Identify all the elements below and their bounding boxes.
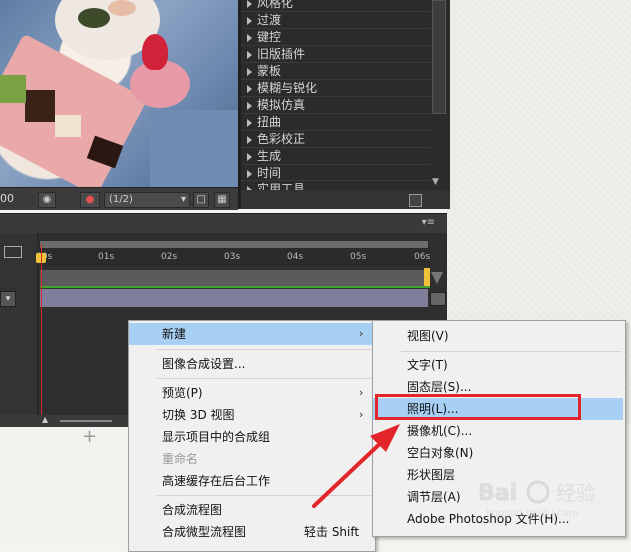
expand-icon	[247, 16, 252, 25]
divider	[241, 11, 431, 12]
expand-icon	[247, 84, 252, 93]
svg-text:jingyan.baidu.com: jingyan.baidu.com	[485, 508, 578, 519]
effect-category[interactable]: 模拟仿真	[247, 97, 305, 113]
divider	[241, 62, 431, 63]
svg-text:Bai: Bai	[478, 481, 517, 506]
transparency-grid-icon[interactable]: ▦	[214, 192, 230, 208]
divider	[241, 180, 431, 181]
expand-icon	[247, 169, 252, 178]
viewer-toolbar: 00 ◉ ● (1/2) ▾ □ ▦	[0, 187, 238, 210]
blue-pattern-image	[150, 110, 238, 187]
menu-item-composition-settings[interactable]: 图像合成设置...	[129, 353, 373, 375]
effect-category[interactable]: 风格化	[247, 0, 293, 11]
expand-icon	[247, 152, 252, 161]
tick-label: 03s	[224, 252, 241, 262]
svg-text:经验: 经验	[556, 481, 596, 505]
menu-item-new[interactable]: 新建 ›	[129, 323, 373, 345]
work-area-bar[interactable]	[40, 241, 428, 248]
chevron-right-icon: ›	[359, 386, 364, 399]
submenu-item-viewer[interactable]: 视图(V)	[373, 325, 623, 347]
macaron-image	[108, 0, 136, 16]
expand-icon	[247, 33, 252, 42]
divider	[241, 130, 431, 131]
macaron-image	[78, 8, 110, 28]
menu-separator	[157, 378, 371, 379]
divider	[241, 96, 431, 97]
expand-icon	[247, 0, 252, 8]
timeline-side-icon[interactable]	[430, 292, 446, 306]
expand-icon	[247, 101, 252, 110]
submenu-item-camera[interactable]: 摄像机(C)...	[373, 420, 623, 442]
timeline-header: ▾≡	[0, 213, 447, 234]
divider	[241, 45, 431, 46]
effect-category[interactable]: 旧版插件	[247, 46, 305, 62]
effect-category[interactable]: 蒙板	[247, 63, 281, 79]
expand-icon	[247, 118, 252, 127]
region-of-interest-icon[interactable]: □	[193, 192, 209, 208]
tick-label: 04s	[287, 252, 304, 262]
layer-track-background	[40, 270, 428, 287]
resolution-value: (1/2)	[109, 194, 133, 205]
divider	[241, 28, 431, 29]
layer-duration-bar[interactable]	[40, 289, 428, 307]
trash-icon[interactable]	[409, 194, 422, 207]
scroll-down-arrow[interactable]: ▼	[432, 177, 439, 187]
divider	[241, 113, 431, 114]
divider	[241, 79, 431, 80]
chevron-right-icon: ›	[359, 327, 364, 340]
effect-category[interactable]: 色彩校正	[247, 131, 305, 147]
effect-category[interactable]: 时间	[247, 165, 281, 181]
effect-category[interactable]: 过渡	[247, 12, 281, 28]
zoom-out-icon[interactable]: ▲	[42, 415, 48, 424]
zoom-slider[interactable]	[60, 420, 112, 422]
tick-label: 02s	[161, 252, 178, 262]
divider	[241, 164, 431, 165]
expand-icon	[247, 67, 252, 76]
scrollbar-thumb[interactable]	[432, 0, 446, 114]
effect-category[interactable]: 实用工具	[247, 181, 305, 190]
expand-icon	[247, 135, 252, 144]
tick-label: 06s	[414, 252, 431, 262]
effect-category[interactable]: 键控	[247, 29, 281, 45]
tick-label: 05s	[350, 252, 367, 262]
timeline-layer-column: ▾	[0, 233, 38, 415]
tick-label: 01s	[98, 252, 115, 262]
cake-image	[55, 115, 81, 137]
expand-icon	[247, 50, 252, 59]
divider	[241, 147, 431, 148]
effects-panel: 风格化 过渡 键控 旧版插件 蒙板 模糊与锐化 模拟仿真 扭曲 色彩校正 生成 …	[238, 0, 450, 209]
composition-viewer[interactable]	[0, 0, 238, 187]
green-cake-image	[0, 75, 26, 103]
timecode[interactable]: 00	[0, 192, 14, 205]
render-bar	[40, 286, 430, 288]
camera-icon[interactable]: ◉	[38, 192, 56, 208]
submenu-item-text[interactable]: 文字(T)	[373, 354, 623, 376]
menu-separator	[157, 349, 371, 350]
flowchart-icon[interactable]	[4, 246, 22, 258]
submenu-item-null-object[interactable]: 空白对象(N)	[373, 442, 623, 464]
menu-item-mini-flowchart[interactable]: 合成微型流程图 轻击 Shift	[129, 521, 373, 543]
rose-image	[142, 34, 168, 70]
cake-image	[25, 90, 55, 122]
effect-category[interactable]: 生成	[247, 148, 281, 164]
color-channels-icon[interactable]: ●	[80, 192, 100, 208]
effect-category[interactable]: 模糊与锐化	[247, 80, 317, 96]
annotation-arrow	[312, 424, 400, 508]
menu-item-preview[interactable]: 预览(P) ›	[129, 382, 373, 404]
layer-dropdown[interactable]: ▾	[0, 291, 16, 307]
plus-icon: +	[82, 426, 98, 447]
menu-separator	[401, 351, 621, 352]
panel-menu-icon[interactable]: ▾≡	[422, 217, 435, 228]
effect-category[interactable]: 扭曲	[247, 114, 281, 130]
watermark-logo: Bai 经验 jingyan.baidu.com	[476, 470, 626, 520]
resolution-dropdown[interactable]: (1/2) ▾	[104, 192, 190, 208]
track-end-marker[interactable]	[424, 268, 430, 286]
chevron-down-icon: ▾	[180, 194, 186, 205]
playhead-line[interactable]	[41, 244, 42, 416]
